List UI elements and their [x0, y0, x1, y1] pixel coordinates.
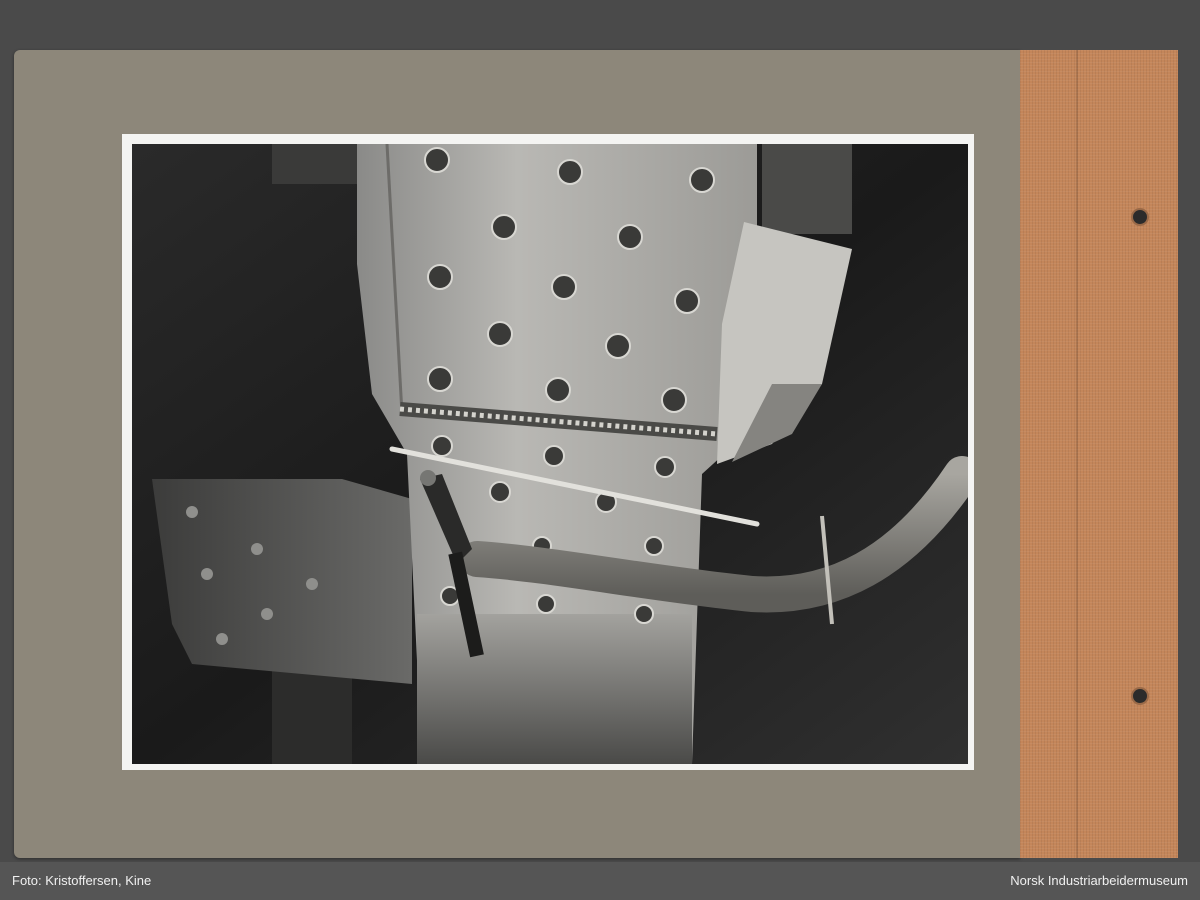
photo-credit: Foto: Kristoffersen, Kine: [12, 873, 152, 888]
institution-name: Norsk Industriarbeidermuseum: [1010, 873, 1188, 888]
footer-bar: Foto: Kristoffersen, Kine Norsk Industri…: [0, 862, 1200, 900]
album-spine: [1020, 50, 1178, 858]
binder-hole-bottom: [1131, 687, 1149, 705]
binder-hole-top: [1131, 208, 1149, 226]
photo-illustration: [132, 144, 968, 764]
photograph[interactable]: [132, 144, 968, 764]
spine-fold: [1076, 50, 1078, 858]
